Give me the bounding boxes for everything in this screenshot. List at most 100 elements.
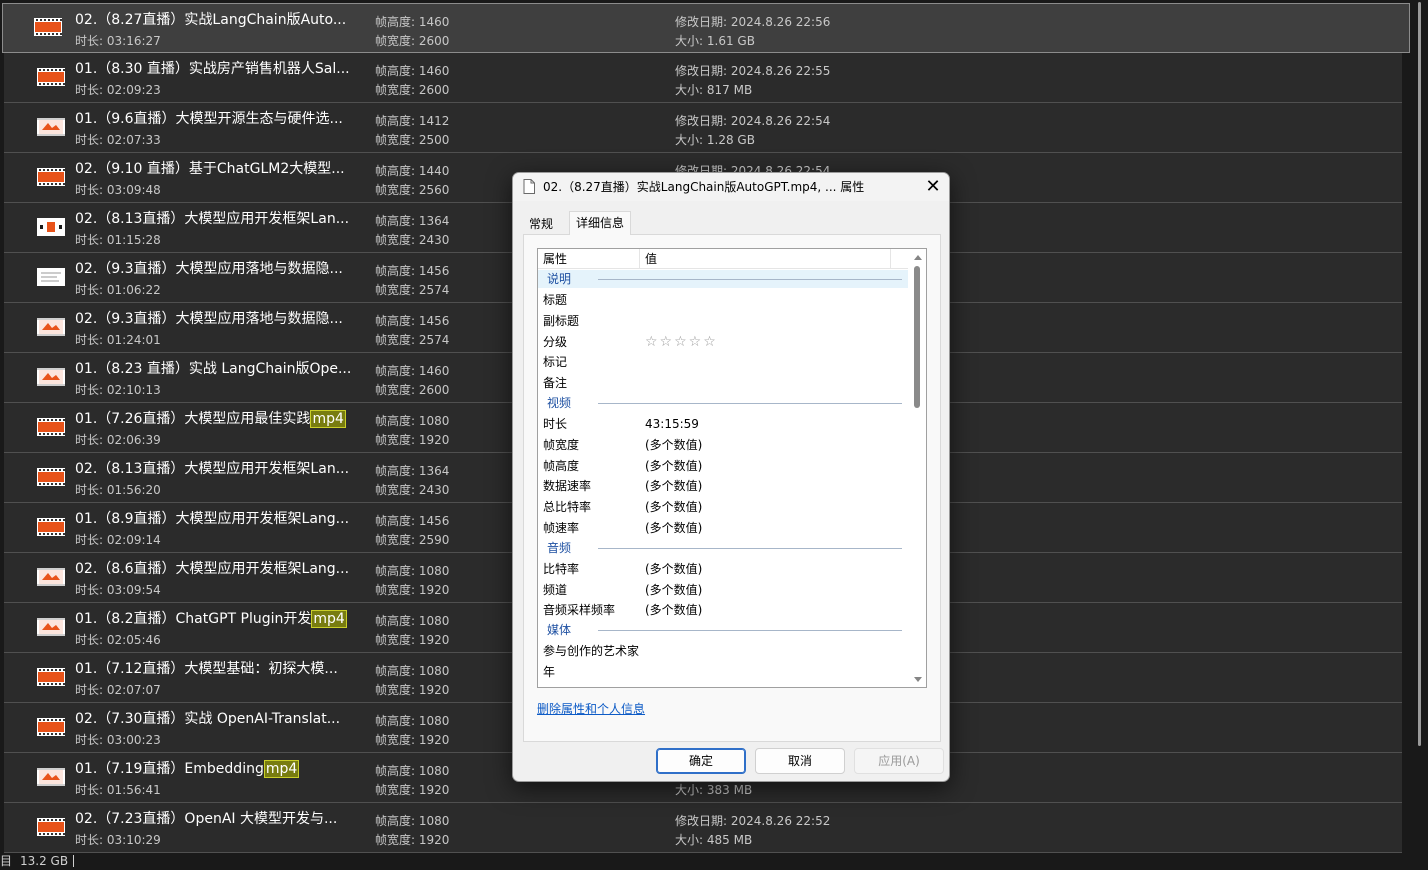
file-row[interactable]: 01.（9.6直播）大模型开源生态与硬件选... 时长: 02:07:33 帧高度:…: [4, 103, 1402, 153]
file-name[interactable]: 01.（9.6直播）大模型开源生态与硬件选...: [75, 109, 365, 129]
property-value[interactable]: (多个数值): [645, 478, 702, 494]
group-label: 音频: [547, 540, 572, 555]
property-row[interactable]: 标记: [538, 352, 908, 372]
file-duration-label: 时长:: [75, 583, 104, 597]
file-name-text: 02.（8.13直播）大模型应用开发框架Lan...: [75, 211, 350, 227]
file-name[interactable]: 01.（8.2直播）ChatGPT Plugin开发 mp4: [75, 609, 365, 629]
file-row[interactable]: 02.（7.23直播）OpenAI 大模型开发与... 时长: 03:10:29 帧…: [4, 803, 1402, 853]
property-value[interactable]: (多个数值): [645, 602, 702, 618]
file-name[interactable]: 01.（8.9直播）大模型应用开发框架Lang...: [75, 509, 365, 529]
property-value[interactable]: (多个数值): [645, 561, 702, 577]
file-height: 帧高度: 1456: [375, 263, 449, 279]
column-header-value[interactable]: 值: [645, 252, 657, 266]
file-name[interactable]: 02.（9.3直播）大模型应用落地与数据隐...: [75, 309, 365, 329]
file-name-text: 01.（8.30 直播）实战房产销售机器人Sal...: [75, 61, 350, 77]
file-name[interactable]: 01.（8.23 直播）实战 LangChain版Ope...: [75, 359, 365, 379]
file-height: 帧高度: 1080: [375, 713, 449, 729]
property-row[interactable]: 副标题: [538, 311, 908, 331]
file-width-label: 帧宽度:: [375, 383, 416, 397]
property-row[interactable]: 分级 ☆☆☆☆☆: [538, 332, 908, 352]
file-name-text: 02.（8.13直播）大模型应用开发框架Lan...: [75, 461, 350, 477]
file-name[interactable]: 02.（8.13直播）大模型应用开发框架Lan...: [75, 459, 365, 479]
file-name-text: 01.（8.9直播）大模型应用开发框架Lang...: [75, 511, 350, 527]
property-value[interactable]: (多个数值): [645, 458, 702, 474]
property-row[interactable]: 帧宽度 (多个数值): [538, 435, 908, 455]
file-duration-value: 03:09:54: [106, 583, 161, 597]
ok-button[interactable]: 确定: [656, 748, 746, 774]
property-name: 备注: [543, 376, 568, 391]
file-duration-value: 01:56:20: [106, 483, 161, 497]
property-name: 标记: [543, 355, 568, 370]
scroll-up-arrow-icon[interactable]: [914, 255, 922, 260]
column-divider[interactable]: [639, 249, 640, 269]
property-table-scrollbar[interactable]: [910, 249, 926, 687]
property-row[interactable]: 总比特率 (多个数值): [538, 497, 908, 517]
property-table-scrollbar-thumb[interactable]: [914, 266, 920, 408]
property-value[interactable]: 43:15:59: [645, 416, 699, 432]
file-row[interactable]: 01.（8.30 直播）实战房产销售机器人Sal... 时长: 02:09:23 帧…: [4, 53, 1402, 103]
property-row[interactable]: 数据速率 (多个数值): [538, 476, 908, 496]
group-header-audio[interactable]: 音频: [538, 539, 908, 557]
file-height: 帧高度: 1364: [375, 213, 449, 229]
file-height: 帧高度: 1460: [375, 363, 449, 379]
file-name[interactable]: 02.（9.3直播）大模型应用落地与数据隐...: [75, 259, 365, 279]
group-header-video[interactable]: 视频: [538, 394, 908, 412]
property-value[interactable]: (多个数值): [645, 582, 702, 598]
file-row[interactable]: 02.（8.27直播）实战LangChain版Auto... 时长: 03:16:…: [2, 3, 1410, 53]
group-header-description[interactable]: 说明: [538, 270, 908, 288]
file-name-text: 02.（7.30直播）实战 OpenAI-Translat...: [75, 711, 341, 727]
close-icon[interactable]: ✕: [919, 175, 947, 199]
property-row[interactable]: 标题: [538, 290, 908, 310]
file-height-value: 1080: [418, 664, 450, 678]
file-height-value: 1412: [418, 114, 450, 128]
property-row[interactable]: 帧高度 (多个数值): [538, 456, 908, 476]
file-duration: 时长: 01:56:41: [75, 782, 161, 798]
property-value[interactable]: (多个数值): [645, 499, 702, 515]
file-duration: 时长: 01:06:22: [75, 282, 161, 298]
file-name[interactable]: 02.（9.10 直播）基于ChatGLM2大模型...: [75, 159, 365, 179]
file-duration: 时长: 02:09:14: [75, 532, 161, 548]
property-value[interactable]: (多个数值): [645, 520, 702, 536]
property-row[interactable]: 时长 43:15:59: [538, 414, 908, 434]
property-row[interactable]: 参与创作的艺术家: [538, 641, 908, 661]
file-list-scrollbar-thumb[interactable]: [1418, 2, 1421, 746]
property-row[interactable]: 年: [538, 662, 908, 682]
file-duration: 时长: 02:10:13: [75, 382, 161, 398]
tab-general[interactable]: 常规: [523, 213, 559, 237]
file-date: 修改日期: 2024.8.26 22:54: [675, 113, 830, 129]
rating-stars-icon[interactable]: ☆☆☆☆☆: [645, 333, 718, 351]
group-header-media[interactable]: 媒体: [538, 621, 908, 639]
file-list-scrollbar[interactable]: [1416, 0, 1424, 853]
cancel-button[interactable]: 取消: [755, 748, 845, 774]
column-divider[interactable]: [890, 249, 891, 269]
file-width-label: 帧宽度:: [375, 833, 416, 847]
file-width-label: 帧宽度:: [375, 533, 416, 547]
file-height-value: 1456: [418, 264, 450, 278]
file-name[interactable]: 01.（8.30 直播）实战房产销售机器人Sal...: [75, 59, 365, 79]
file-name[interactable]: 02.（8.27直播）实战LangChain版Auto...: [75, 10, 365, 30]
tab-details[interactable]: 详细信息: [569, 211, 631, 235]
property-row[interactable]: 备注: [538, 373, 908, 393]
column-header-property[interactable]: 属性: [543, 252, 567, 266]
remove-properties-link[interactable]: 删除属性和个人信息: [537, 701, 645, 717]
file-height-value: 1460: [418, 364, 450, 378]
file-name[interactable]: 02.（8.6直播）大模型应用开发框架Lang...: [75, 559, 365, 579]
property-row[interactable]: 比特率 (多个数值): [538, 559, 908, 579]
property-row[interactable]: 频道 (多个数值): [538, 580, 908, 600]
property-name: 频道: [543, 582, 568, 597]
file-name[interactable]: 02.（7.30直播）实战 OpenAI-Translat...: [75, 709, 365, 729]
file-name[interactable]: 02.（7.23直播）OpenAI 大模型开发与...: [75, 809, 365, 829]
apply-button[interactable]: 应用(A): [854, 748, 944, 774]
file-name[interactable]: 01.（7.19直播）Embedding mp4: [75, 759, 365, 779]
property-row[interactable]: 帧速率 (多个数值): [538, 518, 908, 538]
file-name[interactable]: 01.（7.12直播）大模型基础：初探大模...: [75, 659, 365, 679]
file-date-value: 2024.8.26 22:56: [730, 15, 831, 29]
property-value[interactable]: (多个数值): [645, 437, 702, 453]
dialog-titlebar[interactable]: 02.（8.27直播）实战LangChain版AutoGPT.mp4, ... …: [513, 173, 949, 201]
file-height-value: 1460: [418, 15, 450, 29]
scroll-down-arrow-icon[interactable]: [914, 677, 922, 682]
file-name[interactable]: 01.（7.26直播）大模型应用最佳实践 mp4: [75, 409, 365, 429]
file-width-value: 1920: [418, 683, 450, 697]
file-name[interactable]: 02.（8.13直播）大模型应用开发框架Lan...: [75, 209, 365, 229]
property-row[interactable]: 音频采样频率 (多个数值): [538, 600, 908, 620]
